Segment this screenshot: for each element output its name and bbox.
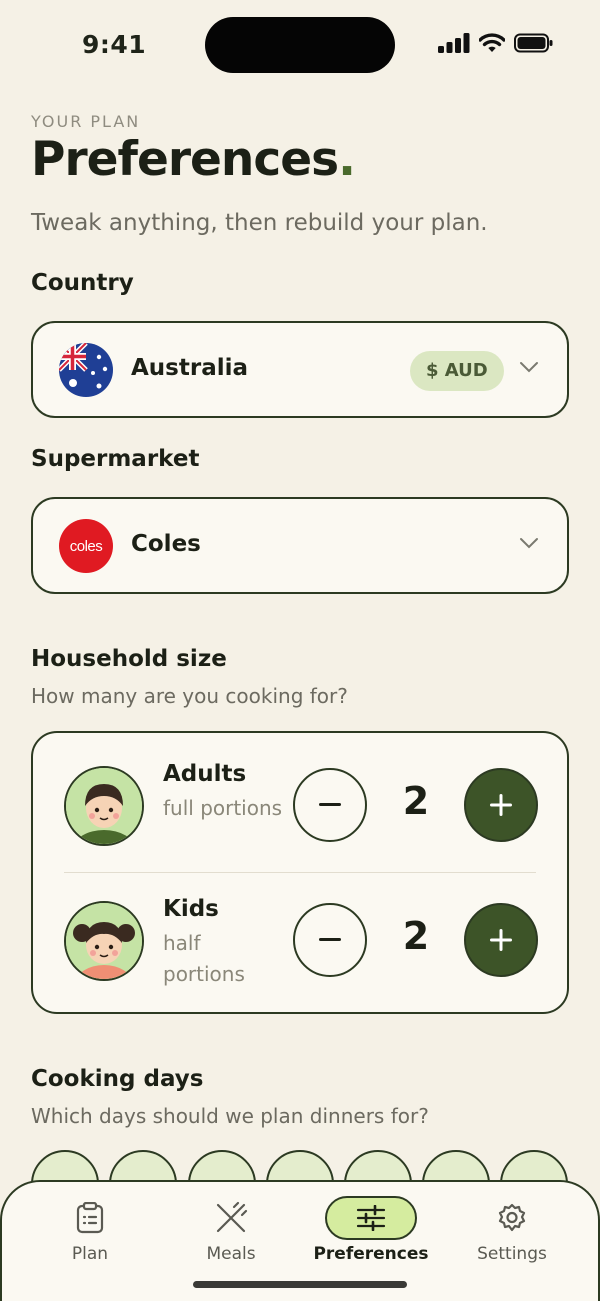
plus-icon [490,929,512,951]
kids-subtitle: half portions [163,931,245,986]
tab-preferences-label: Preferences [313,1244,429,1264]
kids-count: 2 [402,914,430,958]
household-help: How many are you cooking for? [31,684,348,708]
minus-icon [319,938,341,941]
battery-icon [514,33,553,53]
country-label: Country [31,270,134,296]
tab-meals-label: Meals [206,1244,256,1264]
plus-icon [490,794,512,816]
home-indicator [193,1281,407,1288]
page-eyebrow: YOUR PLAN [31,112,141,131]
coles-logo: coles [59,519,113,573]
status-time: 9:41 [82,30,147,59]
page-title-dot: . [338,132,356,187]
minus-icon [319,803,341,806]
fork-knife-icon [209,1196,253,1240]
country-value: Australia [131,355,249,381]
household-row-adults: Adults full portions 2 [33,733,567,863]
country-select[interactable]: Australia $ AUD [31,321,569,418]
tab-meals[interactable]: Meals [161,1182,301,1282]
page-title-text: Preferences [31,132,339,187]
tab-preferences[interactable]: Preferences [301,1182,441,1282]
supermarket-select[interactable]: coles Coles [31,497,569,594]
adults-count: 2 [402,779,430,823]
kids-title: Kids [163,896,219,922]
kids-decrement-button[interactable] [293,903,367,977]
dynamic-island [205,17,395,73]
page-subtitle: Tweak anything, then rebuild your plan. [31,210,488,236]
cellular-signal-icon [438,33,470,53]
clipboard-icon [68,1196,112,1240]
supermarket-value: Coles [131,531,201,557]
status-icons [438,33,554,53]
wifi-icon [479,33,505,52]
adults-subtitle: full portions [163,796,283,820]
adults-decrement-button[interactable] [293,768,367,842]
cooking-days-label: Cooking days [31,1066,204,1092]
household-row-kids: Kids half portions 2 [33,868,567,998]
currency-badge: $ AUD [410,351,504,391]
adults-title: Adults [163,761,247,787]
household-card: Adults full portions 2 Kids half portion… [31,731,569,1014]
tab-settings-label: Settings [477,1244,547,1264]
household-label: Household size [31,646,227,672]
tab-plan[interactable]: Plan [20,1182,160,1282]
adults-increment-button[interactable] [464,768,538,842]
kid-avatar-icon [64,901,144,981]
adult-avatar-icon [64,766,144,846]
tab-plan-label: Plan [71,1244,109,1264]
cooking-days-help: Which days should we plan dinners for? [31,1104,429,1128]
chevron-down-icon [520,362,538,373]
gear-icon [490,1196,534,1240]
chevron-down-icon [520,538,538,549]
tab-settings[interactable]: Settings [442,1182,582,1282]
sliders-icon [325,1196,417,1240]
page-title: Preferences. [31,132,356,187]
supermarket-label: Supermarket [31,446,200,472]
kids-increment-button[interactable] [464,903,538,977]
coles-logo-text: coles [69,537,103,555]
australia-flag-icon [59,343,113,397]
